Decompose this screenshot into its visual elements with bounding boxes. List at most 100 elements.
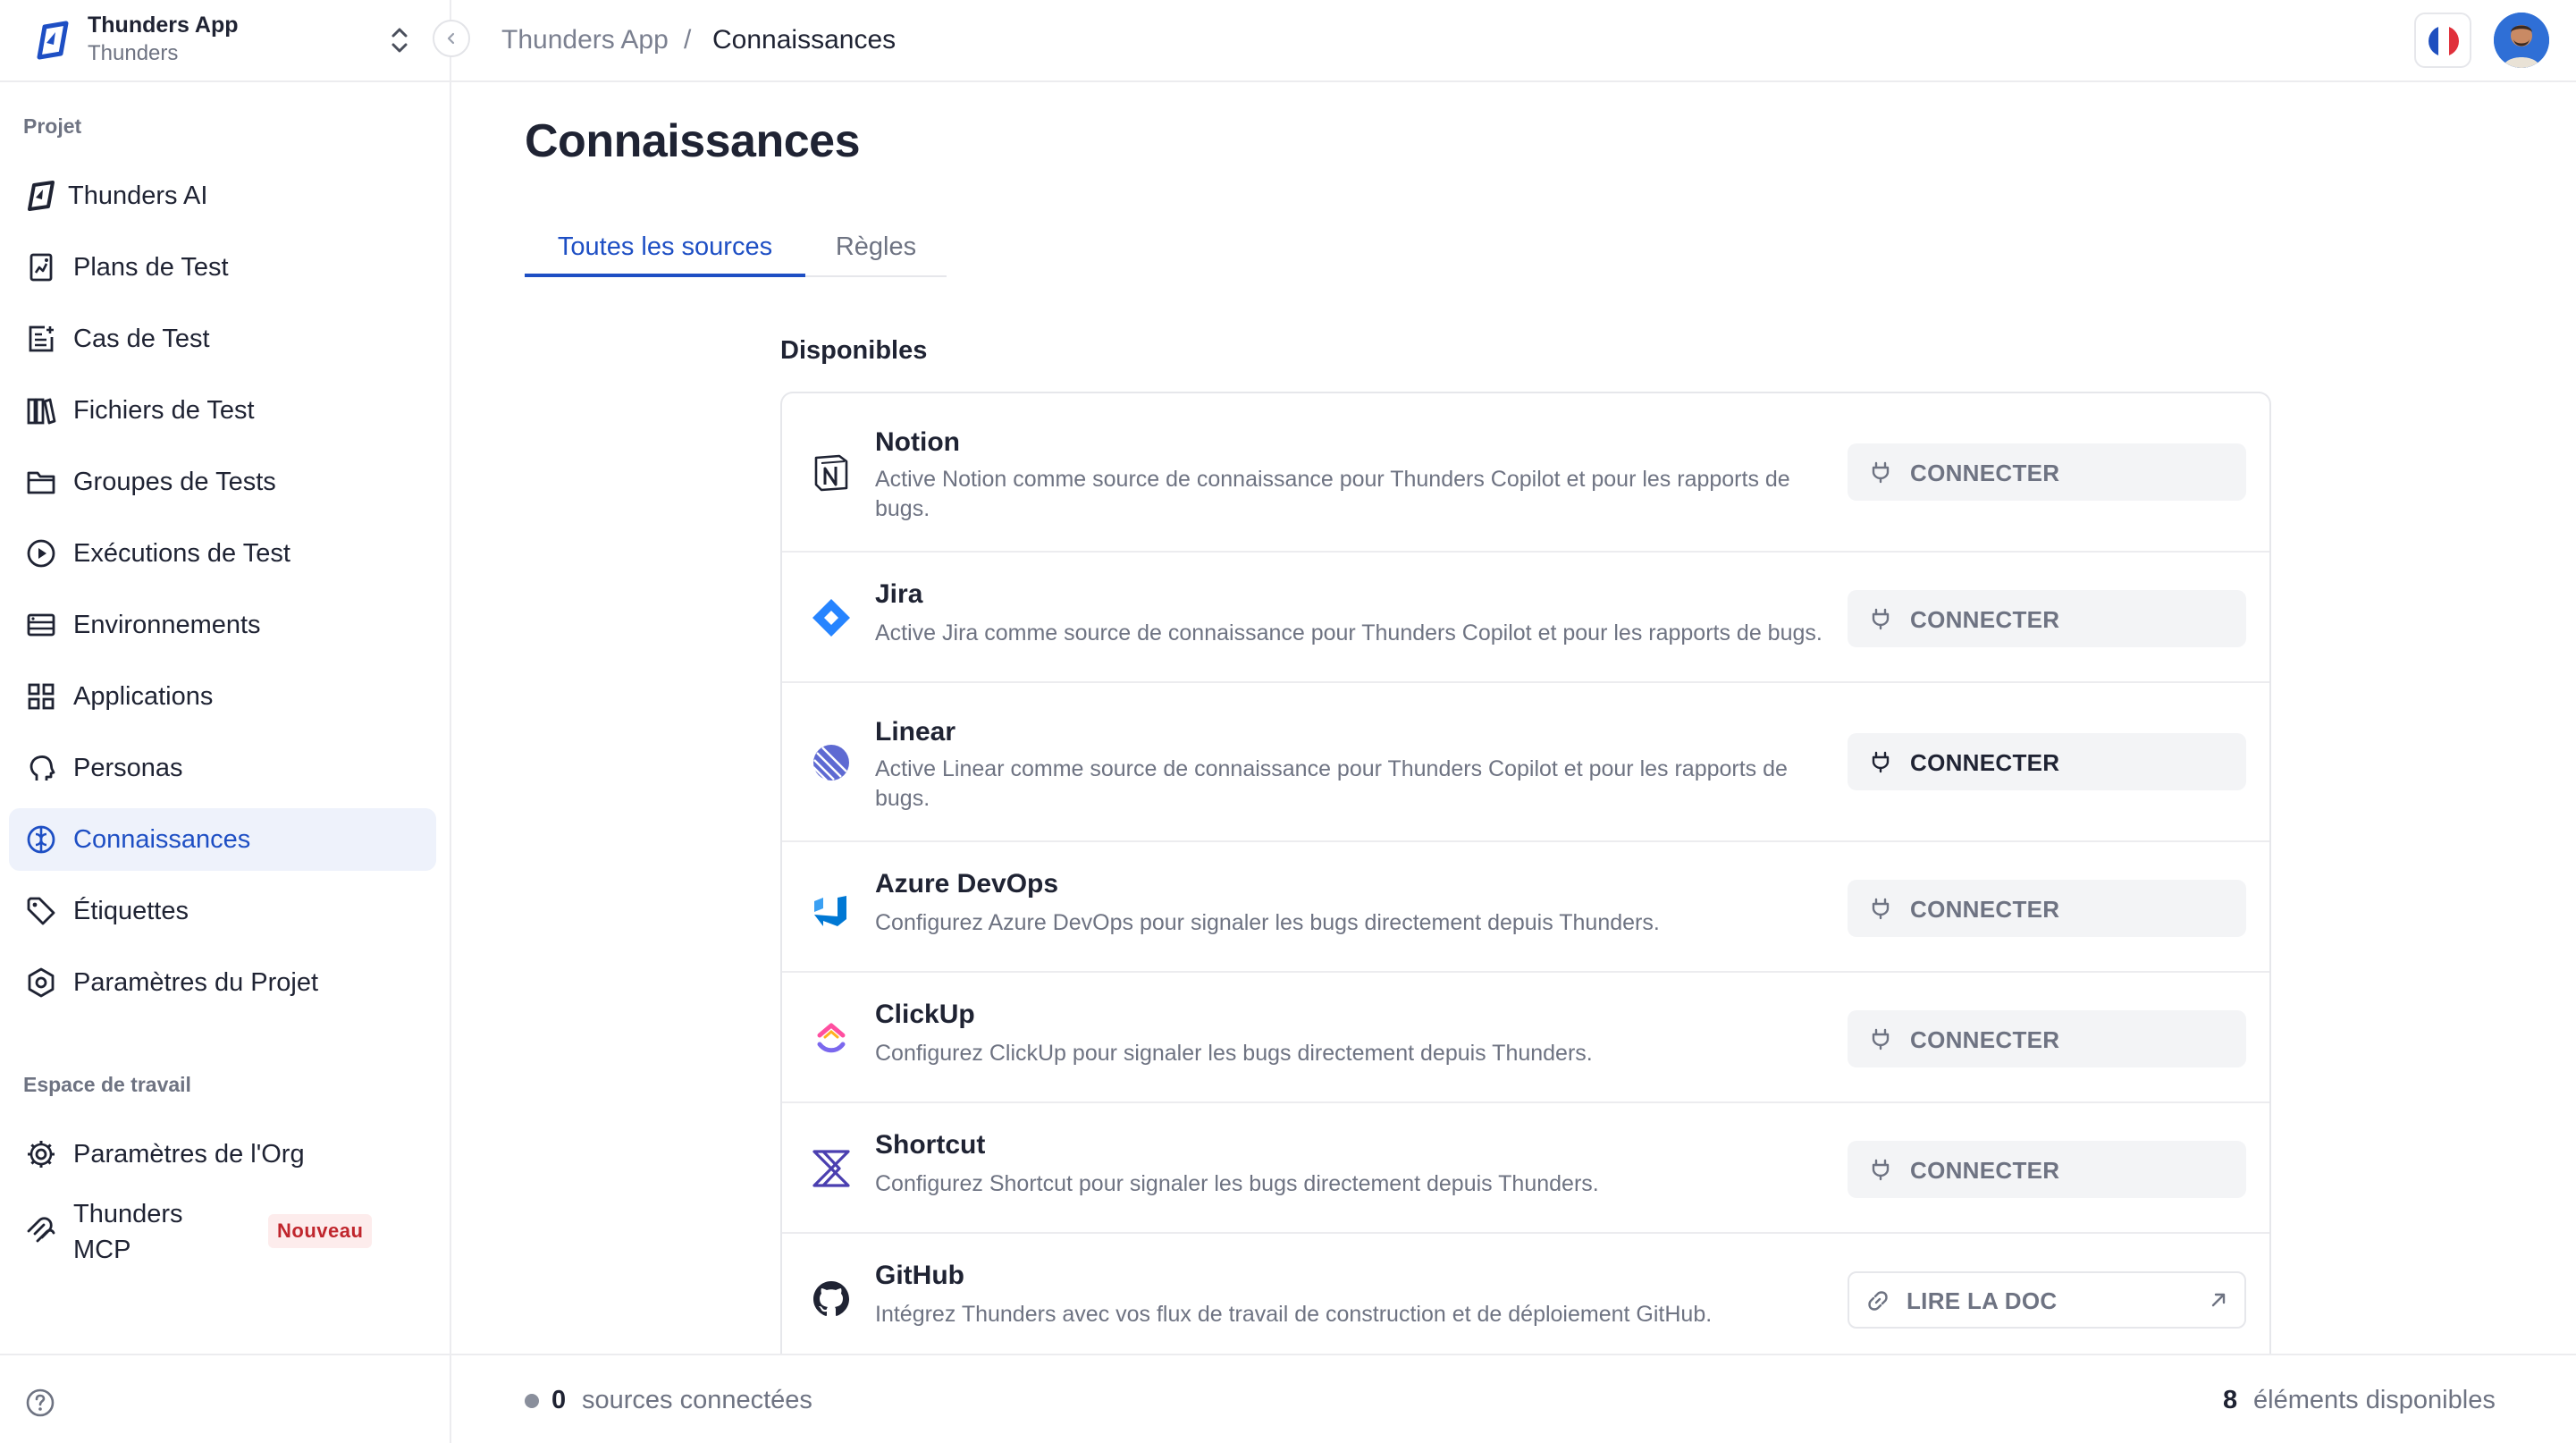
main-content: Connaissances Toutes les sources Règles … bbox=[451, 82, 2576, 1357]
sidebar-item-environments[interactable]: Environnements bbox=[9, 594, 436, 656]
link-icon bbox=[1868, 1291, 1888, 1311]
source-row-github: GitHub Intégrez Thunders avec vos flux d… bbox=[782, 1234, 2269, 1357]
test-plan-icon bbox=[29, 253, 53, 282]
sidebar-item-test-files[interactable]: Fichiers de Test bbox=[9, 379, 436, 442]
org-name: Thunders App bbox=[88, 13, 239, 38]
source-row-linear: Linear Active Linear comme source de con… bbox=[782, 683, 2269, 842]
connect-jira-button[interactable]: CONNECTER bbox=[1848, 590, 2246, 647]
gear-icon bbox=[28, 1141, 55, 1168]
connect-notion-button[interactable]: CONNECTER bbox=[1848, 443, 2246, 501]
test-files-icon bbox=[27, 398, 56, 425]
sidebar-item-label: Plans de Test bbox=[73, 252, 229, 282]
sidebar-item-project-settings[interactable]: Paramètres du Projet bbox=[9, 951, 436, 1014]
available-label: éléments disponibles bbox=[2253, 1386, 2496, 1414]
sidebar-item-knowledge[interactable]: Connaissances bbox=[9, 808, 436, 871]
azure-devops-icon bbox=[814, 890, 846, 926]
github-icon bbox=[813, 1281, 849, 1316]
sidebar-item-label: Étiquettes bbox=[73, 896, 189, 925]
breadcrumb-separator: / bbox=[684, 25, 692, 55]
sidebar-item-test-plans[interactable]: Plans de Test bbox=[9, 236, 436, 299]
plug-icon bbox=[1872, 1028, 1890, 1051]
status-bar: 0 sources connectées 8 éléments disponib… bbox=[451, 1354, 2576, 1443]
mcp-icon bbox=[27, 1217, 55, 1243]
sidebar-item-label: Paramètres de l'Org bbox=[73, 1139, 305, 1169]
connect-linear-button[interactable]: CONNECTER bbox=[1848, 733, 2246, 790]
sidebar-item-labels[interactable]: Étiquettes bbox=[9, 880, 436, 942]
head-icon bbox=[29, 755, 55, 781]
read-docs-github-button[interactable]: LIRE LA DOC bbox=[1848, 1271, 2246, 1329]
clickup-icon bbox=[817, 1023, 846, 1053]
source-row-azure-devops: Azure DevOps Configurez Azure DevOps pou… bbox=[782, 842, 2269, 973]
tab-all-sources[interactable]: Toutes les sources bbox=[525, 216, 805, 277]
user-avatar-image bbox=[2494, 13, 2549, 68]
play-circle-icon bbox=[27, 539, 55, 568]
source-name: Azure DevOps bbox=[875, 869, 1059, 899]
source-description: Configurez ClickUp pour signaler les bug… bbox=[875, 1041, 1593, 1066]
thunders-logo-icon bbox=[37, 21, 69, 60]
sidebar-item-test-cases[interactable]: Cas de Test bbox=[9, 308, 436, 370]
sidebar-item-label: Environnements bbox=[73, 610, 261, 639]
top-bar: Thunders App / Connaissances bbox=[451, 0, 2576, 82]
knowledge-icon bbox=[27, 825, 55, 854]
sidebar-item-thunders-ai[interactable]: Thunders AI bbox=[9, 165, 436, 227]
collapse-sidebar-button[interactable] bbox=[433, 20, 470, 57]
source-description: Active Linear comme source de connaissan… bbox=[875, 756, 1788, 811]
hexagon-settings-icon bbox=[28, 967, 55, 998]
source-description: Active Jira comme source de connaissance… bbox=[875, 620, 1823, 646]
source-name: ClickUp bbox=[875, 1000, 975, 1029]
new-badge: Nouveau bbox=[268, 1214, 373, 1248]
connect-clickup-button[interactable]: CONNECTER bbox=[1848, 1010, 2246, 1067]
connect-shortcut-button[interactable]: CONNECTER bbox=[1848, 1141, 2246, 1198]
connected-label: sources connectées bbox=[582, 1386, 812, 1414]
tabs: Toutes les sources Règles bbox=[525, 216, 947, 277]
french-flag-icon bbox=[2429, 26, 2459, 56]
apps-grid-icon bbox=[28, 683, 55, 710]
jira-icon bbox=[812, 599, 850, 637]
test-case-icon bbox=[29, 325, 54, 352]
sidebar-item-label: Groupes de Tests bbox=[73, 467, 276, 496]
chevron-up-down-icon bbox=[391, 28, 408, 53]
tab-rules[interactable]: Règles bbox=[805, 216, 947, 277]
connect-label: CONNECTER bbox=[1910, 896, 2060, 923]
source-row-clickup: ClickUp Configurez ClickUp pour signaler… bbox=[782, 973, 2269, 1103]
folder-icon bbox=[27, 471, 55, 494]
plug-icon bbox=[1872, 608, 1890, 630]
sources-list: Notion Active Notion comme source de con… bbox=[780, 392, 2271, 1357]
sidebar-item-label: Exécutions de Test bbox=[73, 538, 290, 568]
sidebar-item-label: Paramètres du Projet bbox=[73, 967, 319, 997]
sidebar-item-label: Thunders MCP bbox=[73, 1200, 183, 1264]
available-section-title: Disponibles bbox=[780, 336, 928, 365]
connect-azure-devops-button[interactable]: CONNECTER bbox=[1848, 880, 2246, 937]
breadcrumb-current: Connaissances bbox=[712, 25, 897, 55]
sidebar-item-test-runs[interactable]: Exécutions de Test bbox=[9, 522, 436, 585]
org-subtitle: Thunders bbox=[88, 41, 179, 65]
source-name: GitHub bbox=[875, 1261, 964, 1290]
sidebar-item-applications[interactable]: Applications bbox=[9, 665, 436, 728]
plug-icon bbox=[1872, 898, 1890, 920]
sidebar-item-personas[interactable]: Personas bbox=[9, 737, 436, 799]
external-arrow-icon bbox=[2211, 1293, 2226, 1307]
breadcrumb-parent[interactable]: Thunders App bbox=[501, 25, 669, 55]
sidebar-item-label: Connaissances bbox=[73, 824, 251, 854]
help-icon[interactable] bbox=[25, 1388, 55, 1418]
sidebar-item-test-groups[interactable]: Groupes de Tests bbox=[9, 451, 436, 513]
source-row-shortcut: Shortcut Configurez Shortcut pour signal… bbox=[782, 1103, 2269, 1234]
tag-icon bbox=[27, 897, 55, 925]
source-name: Jira bbox=[875, 579, 923, 609]
sidebar-item-label: Personas bbox=[73, 753, 183, 782]
source-description: Configurez Azure DevOps pour signaler le… bbox=[875, 910, 1660, 935]
sidebar-item-label: Applications bbox=[73, 681, 214, 711]
source-name: Shortcut bbox=[875, 1130, 986, 1160]
sidebar-item-label: Cas de Test bbox=[73, 324, 210, 353]
source-description: Intégrez Thunders avec vos flux de trava… bbox=[875, 1302, 1713, 1327]
workspace-section-label: Espace de travail bbox=[23, 1073, 191, 1096]
source-name: Notion bbox=[875, 427, 960, 457]
sidebar-item-thunders-mcp[interactable]: Thunders MCP Nouveau bbox=[9, 1191, 436, 1271]
language-switcher[interactable] bbox=[2414, 13, 2471, 68]
org-switcher[interactable]: Thunders App Thunders bbox=[0, 0, 451, 82]
sidebar-item-org-settings[interactable]: Paramètres de l'Org bbox=[9, 1123, 436, 1186]
avatar[interactable] bbox=[2494, 13, 2549, 68]
shortcut-icon bbox=[812, 1150, 850, 1187]
connect-label: CONNECTER bbox=[1910, 606, 2060, 633]
sidebar: Thunders App Thunders Projet Thunders AI… bbox=[0, 0, 451, 1443]
